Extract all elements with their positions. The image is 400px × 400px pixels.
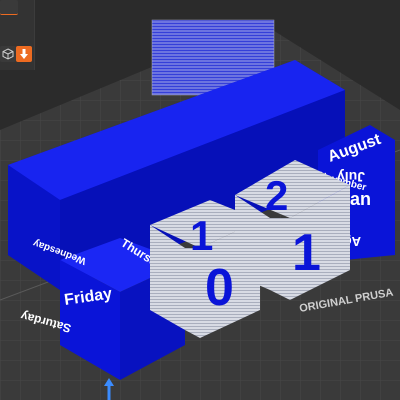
cube-icon[interactable] — [0, 46, 16, 62]
toolbar-tab[interactable] — [0, 0, 18, 15]
export-icon[interactable] — [16, 46, 32, 62]
digit-cube-right-front: 1 — [292, 224, 321, 282]
digit-cube-left-front: 0 — [205, 259, 234, 317]
left-toolbar — [0, 0, 35, 70]
digit-cube-right-top: 2 — [265, 172, 288, 219]
3d-viewport[interactable]: August November Jan July Agy Wednesday F… — [0, 0, 400, 400]
digit-cube-left-top: 1 — [190, 212, 213, 259]
